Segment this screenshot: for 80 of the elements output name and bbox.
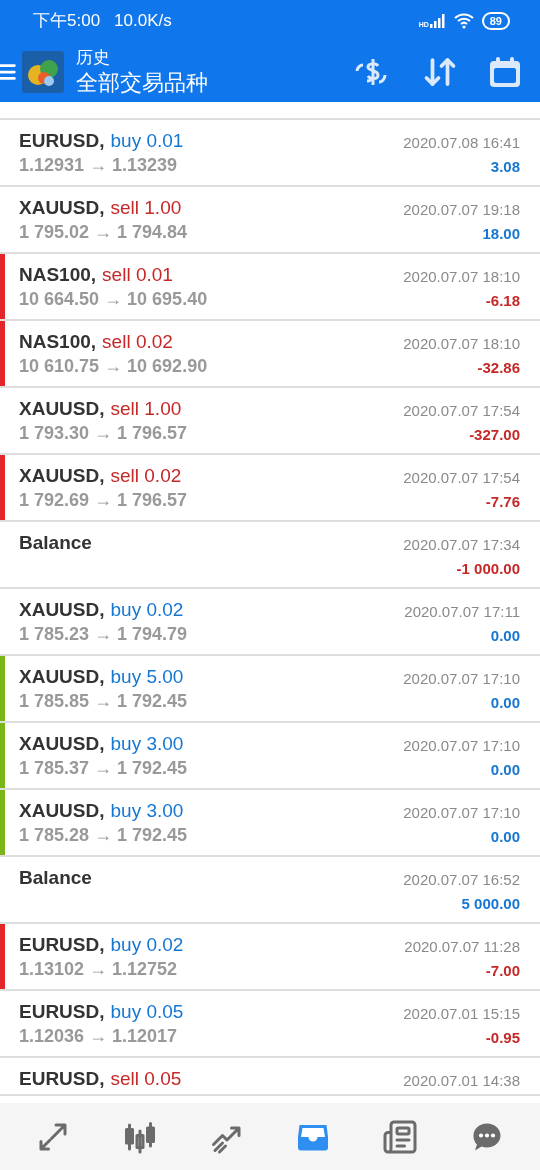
price-range: 1.12036 → 1.12017: [19, 1025, 179, 1048]
order-type-label: buy 0.05: [110, 1000, 184, 1024]
symbol-label: XAUUSD,: [19, 598, 105, 622]
order-type-label: sell 1.00: [110, 397, 182, 421]
profit-value: -6.18: [485, 291, 520, 311]
trade-time: 2020.07.01 14:38: [403, 1071, 520, 1091]
order-type-label: sell 0.02: [102, 330, 173, 354]
symbol-label: EURUSD,: [19, 1067, 105, 1091]
trade-time: 2020.07.07 17:10: [403, 669, 520, 689]
trade-time: 2020.07.01 15:15: [403, 1004, 520, 1024]
trade-time: 2020.07.07 17:10: [403, 803, 520, 823]
trade-time: 2020.07.07 17:54: [403, 468, 520, 488]
profit-value: -1 000.00: [456, 559, 520, 579]
screen-title: 历史: [76, 47, 111, 69]
order-type-label: buy 0.02: [110, 933, 184, 957]
trade-time: 2020.07.07 17:10: [403, 736, 520, 756]
order-type-label: sell 0.02: [110, 464, 182, 488]
order-type-label: buy 3.00: [110, 799, 184, 823]
symbol-label: XAUUSD,: [19, 799, 105, 823]
menu-icon[interactable]: [0, 61, 18, 83]
trade-time: 2020.07.07 18:10: [403, 267, 520, 287]
symbol-label: NAS100,: [19, 330, 97, 354]
profit-value: 3.08: [490, 157, 520, 177]
profit-value: 0.00: [490, 626, 520, 646]
order-type-label: sell 0.01: [102, 263, 173, 287]
trade-time: 2020.07.07 19:18: [403, 200, 520, 220]
symbol-label: EURUSD,: [19, 129, 105, 153]
price-range: 1 785.85 → 1 792.45: [19, 690, 188, 713]
order-type-label: buy 0.02: [110, 598, 184, 622]
app-logo-icon[interactable]: [22, 51, 64, 93]
trade-time: 2020.07.08 16:41: [403, 133, 520, 153]
price-range: 1.13102 → 1.12752: [19, 958, 179, 981]
trade-time: 2020.07.07 17:11: [404, 602, 520, 622]
symbol-label: XAUUSD,: [19, 397, 105, 421]
signal-icon: [429, 14, 446, 28]
profit-value: -32.86: [477, 358, 520, 378]
profit-value: -7.76: [485, 492, 520, 512]
trade-time: 2020.07.07 11:28: [404, 937, 520, 957]
profit-value: 18.00: [482, 224, 520, 244]
profit-value: -0.95: [485, 1028, 520, 1048]
price-range: 10 664.50 → 10 695.40: [19, 288, 208, 311]
network-speed: 10.0K/s: [114, 10, 172, 33]
wifi-icon: [453, 13, 474, 29]
order-type-label: sell 0.05: [110, 1067, 182, 1091]
trade-time: 2020.07.07 18:10: [403, 334, 520, 354]
profit-value: -7.00: [485, 961, 520, 981]
symbol-label: Balance: [19, 531, 92, 555]
trade-time: 2020.07.07 16:52: [403, 870, 520, 890]
calendar-icon[interactable]: [488, 55, 522, 89]
price-range: 1 785.28 → 1 792.45: [19, 824, 188, 847]
profit-value: 5 000.00: [461, 894, 520, 914]
symbol-label: NAS100,: [19, 263, 97, 287]
price-range: 1 793.30 → 1 796.57: [19, 422, 188, 445]
profit-value: 0.00: [490, 693, 520, 713]
profit-value: 0.00: [490, 760, 520, 780]
price-range: 1 792.69 → 1 796.57: [19, 489, 188, 512]
profit-value: -327.00: [469, 425, 520, 445]
order-type-label: buy 0.01: [110, 129, 184, 153]
symbol-label: EURUSD,: [19, 933, 105, 957]
order-type-label: buy 5.00: [110, 665, 184, 689]
profit-value: 0.00: [490, 827, 520, 847]
trade-time: 2020.07.07 17:34: [403, 535, 520, 555]
price-range: 1.12931 → 1.13239: [19, 154, 179, 177]
clock-time: 下午5:00: [33, 10, 101, 33]
newspaper-icon: [381, 1118, 418, 1155]
price-range: 1 795.02 → 1 794.84: [19, 221, 188, 244]
trade-time: 2020.07.07 17:54: [403, 401, 520, 421]
price-range: 1 785.23 → 1 794.79: [19, 623, 188, 646]
symbol-label: XAUUSD,: [19, 732, 105, 756]
order-type-label: buy 3.00: [110, 732, 184, 756]
price-range: 10 610.75 → 10 692.90: [19, 355, 208, 378]
battery-indicator: 89: [481, 12, 510, 30]
symbol-label: EURUSD,: [19, 1000, 105, 1024]
symbol-label: XAUUSD,: [19, 464, 105, 488]
order-type-label: sell 1.00: [110, 196, 182, 220]
symbol-label: XAUUSD,: [19, 665, 105, 689]
price-range: 1 785.37 → 1 792.45: [19, 757, 188, 780]
symbol-label: XAUUSD,: [19, 196, 105, 220]
symbol-filter[interactable]: 全部交易品种: [76, 69, 208, 97]
symbol-label: Balance: [19, 866, 92, 890]
